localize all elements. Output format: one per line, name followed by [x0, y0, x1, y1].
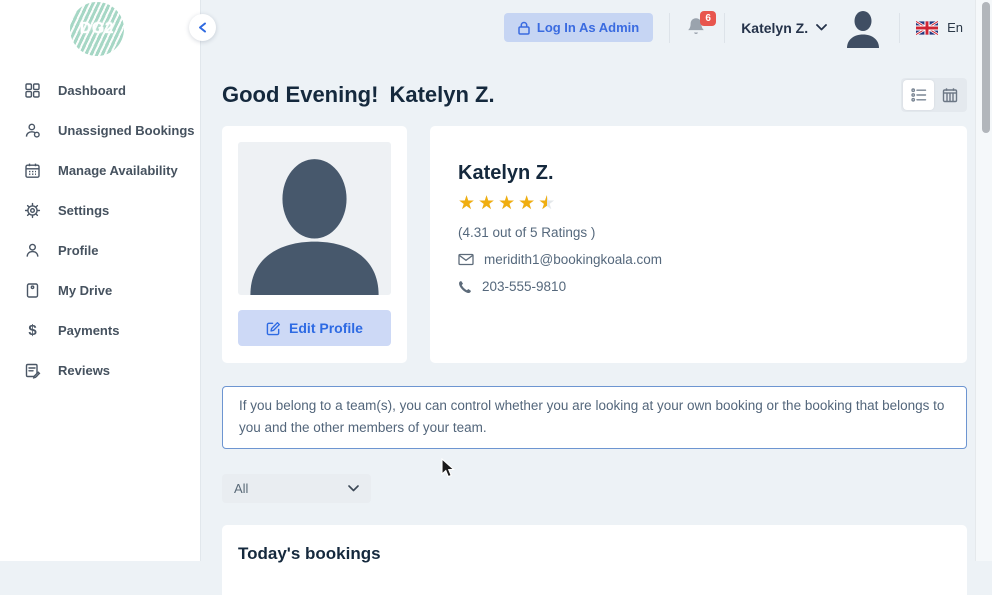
sidebar-menu: Dashboard Unassigned Bookings Manage Ava… — [0, 70, 200, 390]
profile-phone: 203-555-9810 — [482, 279, 567, 294]
dashboard-icon — [24, 82, 41, 99]
uk-flag-icon — [916, 20, 939, 35]
edit-profile-button[interactable]: Edit Profile — [238, 310, 391, 346]
dropdown-selected-value: All — [234, 480, 249, 496]
calendar-view-button[interactable] — [934, 80, 965, 110]
envelope-icon — [458, 253, 474, 266]
language-selector[interactable]: En — [916, 20, 963, 35]
person-icon — [24, 242, 41, 259]
chevron-left-icon — [199, 22, 206, 33]
lock-icon — [518, 21, 530, 35]
dollar-icon: $ — [28, 321, 37, 339]
page-title: Good Evening! Katelyn Z. — [222, 82, 495, 108]
star-rating: ★★★★★★★★★★ — [458, 194, 937, 214]
scrollbar-track[interactable] — [975, 0, 992, 561]
profile-info-card: Katelyn Z. ★★★★★★★★★★ (4.31 out of 5 Rat… — [430, 126, 967, 363]
todays-bookings-card: Today's bookings — [222, 524, 967, 595]
sidebar-item-reviews[interactable]: Reviews — [0, 350, 200, 390]
sidebar-item-label: Settings — [58, 202, 110, 218]
sidebar-item-manage-availability[interactable]: Manage Availability — [0, 150, 200, 190]
list-view-icon — [910, 88, 926, 102]
email-row: meridith1@bookingkoala.com — [458, 252, 937, 267]
avatar[interactable] — [843, 8, 883, 48]
greeting-text: Good Evening! — [222, 82, 379, 107]
login-as-admin-button[interactable]: Log In As Admin — [503, 13, 654, 42]
drive-icon — [24, 282, 41, 299]
scrollbar-thumb[interactable] — [982, 2, 990, 133]
profile-name: Katelyn Z. — [458, 162, 554, 184]
calendar-icon — [24, 162, 41, 179]
sidebar: DG2 Dashboard Unassigned Bookings Manage… — [0, 0, 200, 561]
sidebar-collapse-button[interactable] — [189, 14, 216, 41]
company-logo-text: DG2 — [79, 20, 115, 37]
divider — [724, 12, 726, 43]
profile-email: meridith1@bookingkoala.com — [484, 252, 663, 267]
star-icon: ★★ — [498, 193, 516, 214]
main-content: Good Evening! Katelyn Z. Edit Profile Ka… — [200, 55, 975, 595]
company-logo[interactable]: DG2 — [70, 2, 124, 56]
phone-icon — [459, 280, 471, 293]
topbar: Log In As Admin 6 Katelyn Z. En — [200, 0, 975, 55]
gear-icon — [24, 202, 41, 219]
notifications-button[interactable]: 6 — [686, 10, 717, 40]
unassigned-bookings-icon — [24, 122, 41, 139]
chevron-down-icon — [348, 484, 359, 491]
sidebar-item-unassigned-bookings[interactable]: Unassigned Bookings — [0, 110, 200, 150]
view-toggle — [901, 78, 967, 112]
sidebar-item-profile[interactable]: Profile — [0, 230, 200, 270]
team-notice-text: If you belong to a team(s), you can cont… — [239, 398, 945, 436]
user-name: Katelyn Z. — [741, 19, 809, 36]
divider — [669, 12, 671, 43]
edit-pencil-icon — [266, 321, 281, 335]
sidebar-item-my-drive[interactable]: My Drive — [0, 270, 200, 310]
greeting-user-name: Katelyn Z. — [389, 82, 495, 107]
star-icon: ★★ — [478, 193, 496, 214]
sidebar-item-label: Payments — [58, 322, 120, 338]
star-icon: ★★ — [458, 193, 476, 214]
sidebar-item-label: My Drive — [58, 282, 113, 298]
sidebar-item-label: Unassigned Bookings — [58, 122, 195, 138]
list-view-button[interactable] — [903, 80, 934, 110]
rating-text: (4.31 out of 5 Ratings ) — [458, 225, 596, 240]
profile-photo-placeholder — [238, 142, 391, 295]
reviews-icon — [24, 362, 41, 379]
star-icon: ★★ — [518, 193, 536, 214]
notification-badge: 6 — [700, 10, 717, 26]
calendar-view-icon — [942, 88, 957, 103]
team-filter-dropdown[interactable]: All — [222, 473, 371, 503]
phone-row: 203-555-9810 — [458, 279, 937, 294]
language-label: En — [947, 20, 963, 35]
divider — [899, 12, 901, 43]
chevron-down-icon — [816, 24, 827, 31]
profile-photo-card: Edit Profile — [222, 126, 407, 363]
sidebar-item-label: Profile — [58, 242, 99, 258]
sidebar-item-label: Dashboard — [58, 82, 126, 98]
star-icon: ★★ — [538, 193, 556, 214]
person-silhouette-icon — [250, 159, 379, 295]
sidebar-item-dashboard[interactable]: Dashboard — [0, 70, 200, 110]
team-notice-box: If you belong to a team(s), you can cont… — [222, 386, 967, 449]
sidebar-item-label: Reviews — [58, 362, 111, 378]
sidebar-item-payments[interactable]: $ Payments — [0, 310, 200, 350]
sidebar-item-label: Manage Availability — [58, 162, 178, 178]
user-menu[interactable]: Katelyn Z. — [741, 8, 883, 48]
sidebar-item-settings[interactable]: Settings — [0, 190, 200, 230]
